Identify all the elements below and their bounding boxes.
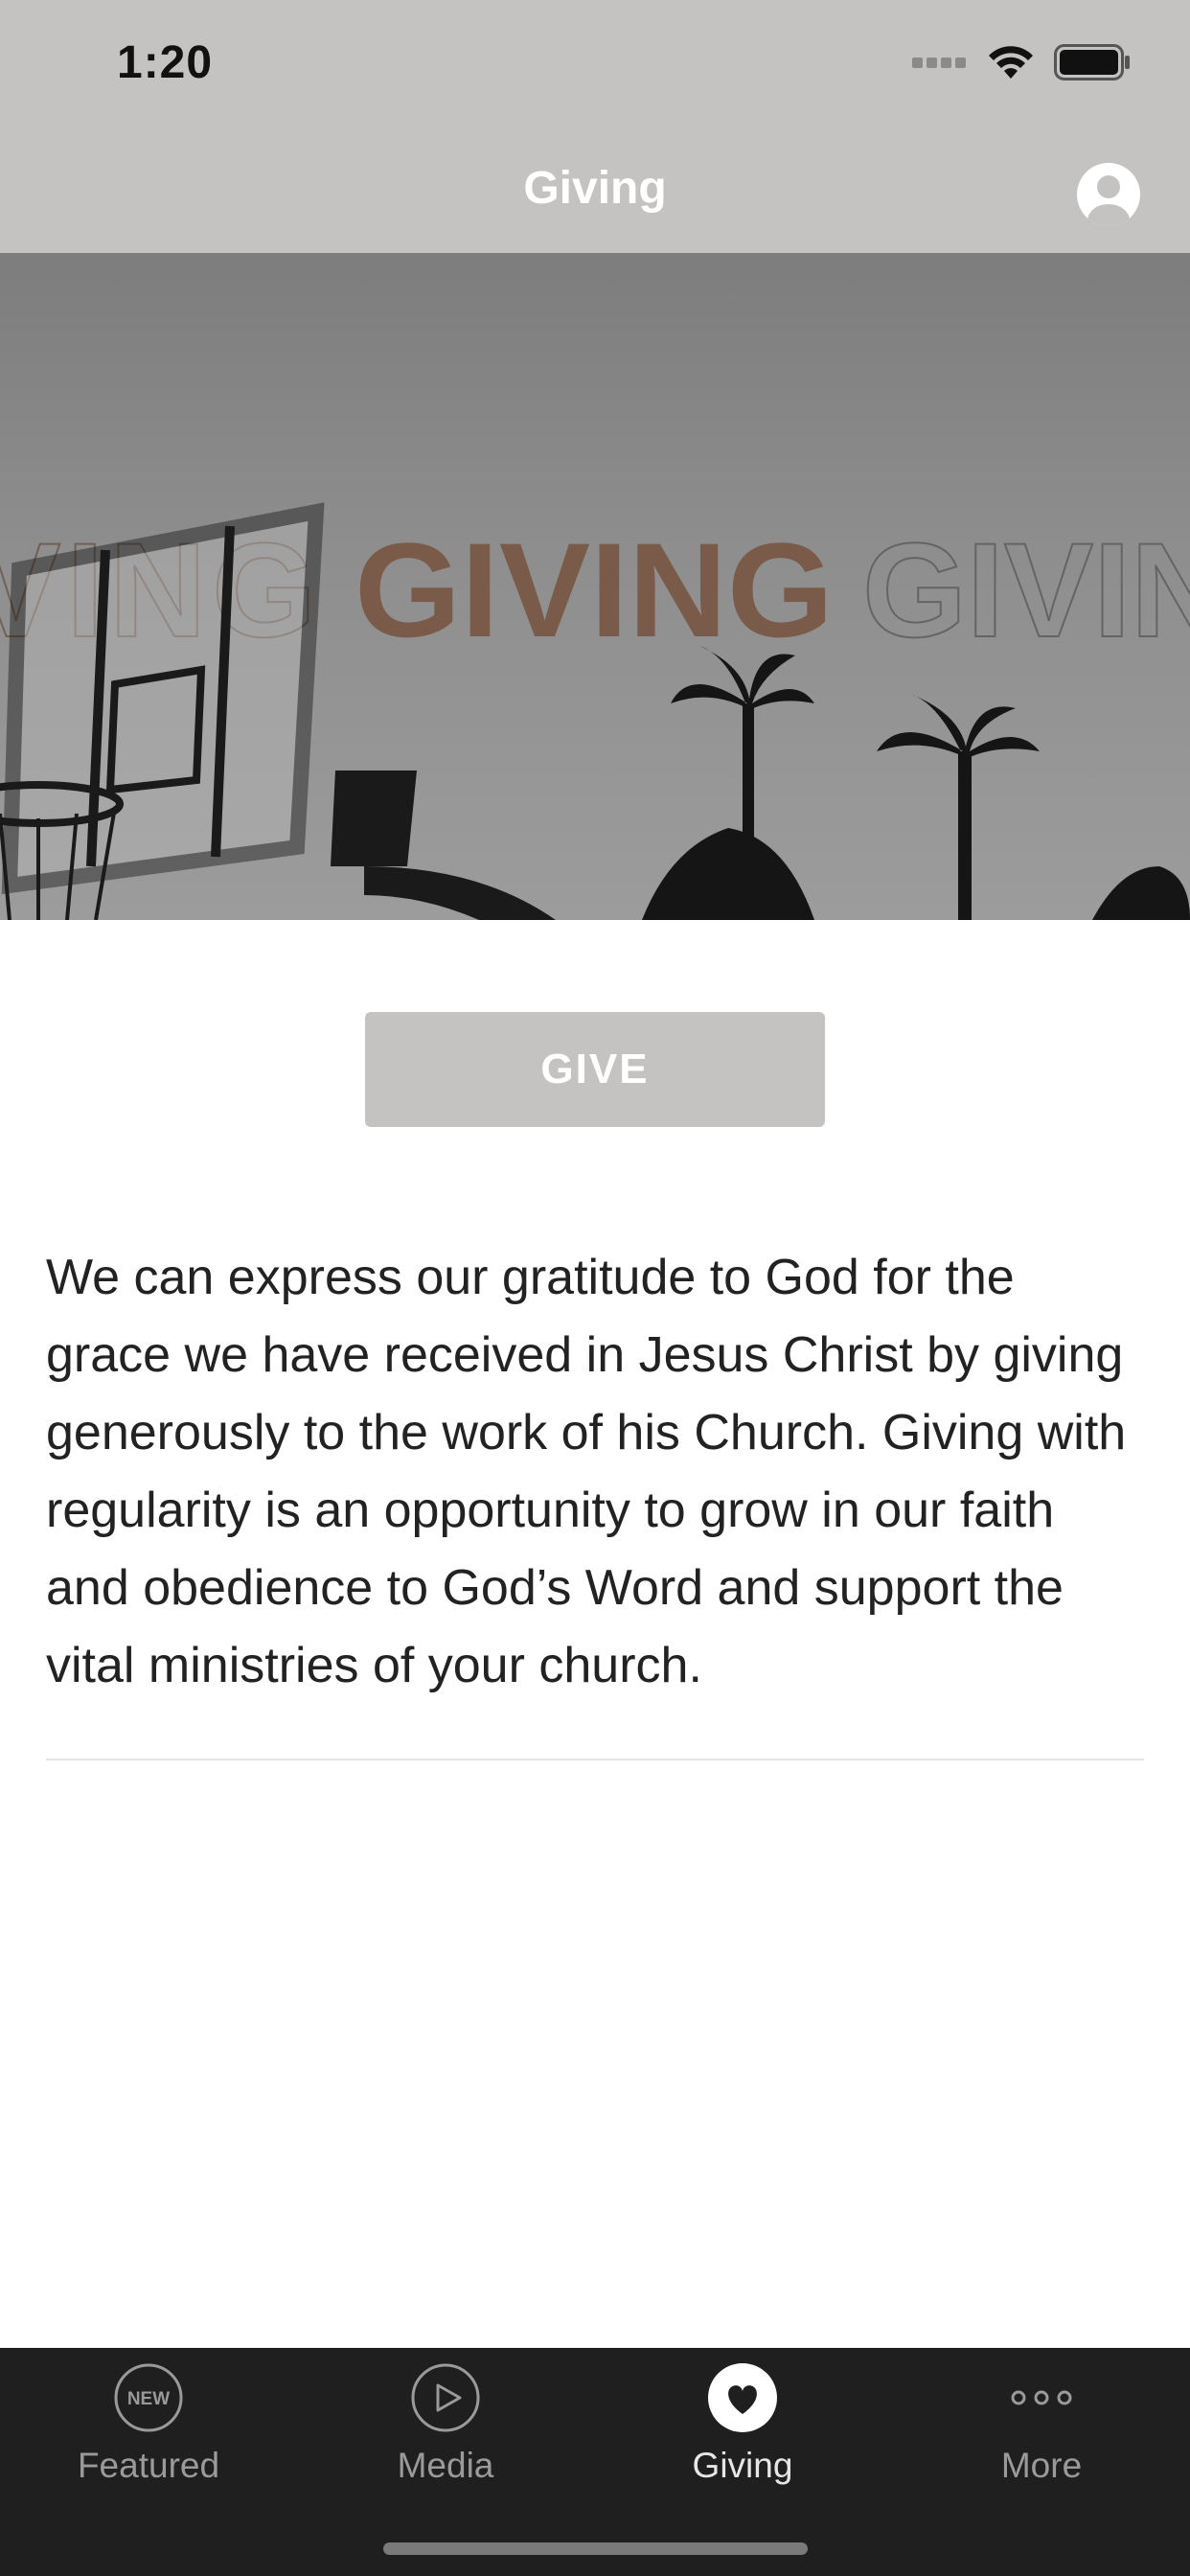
new-badge-icon: NEW [112,2361,185,2434]
hero-artwork: VING GIVIN GIVING [0,502,1190,920]
battery-icon [1054,44,1130,80]
more-dots-icon [1005,2361,1078,2434]
tab-featured[interactable]: NEW Featured [0,2348,297,2520]
wifi-icon [989,46,1033,79]
status-time: 1:20 [117,37,214,88]
giving-description: We can express our gratitude to God for … [46,1250,1127,1693]
hero-banner-text: GIVING [355,515,834,665]
tab-label: Featured [77,2446,220,2485]
play-circle-icon [409,2361,482,2434]
tab-giving[interactable]: Giving [594,2348,891,2520]
hero-outline-text-right: GIVIN [862,515,1190,665]
tab-media[interactable]: Media [297,2348,594,2520]
page-title: Giving [523,163,667,214]
status-bar: 1:20 [0,0,1190,129]
tab-label: Media [397,2446,494,2485]
heart-icon [706,2361,779,2434]
hero-image: VING GIVIN GIVING [0,253,1190,920]
tab-label: More [1000,2446,1083,2485]
tab-bar: NEW Featured Media Giving More [0,2348,1190,2576]
divider [46,1759,1144,1760]
nav-bar: Giving [0,129,1190,253]
give-button[interactable]: GIVE [365,1012,825,1127]
status-icons [912,44,1131,80]
profile-button[interactable] [1075,161,1142,228]
palm-trees [642,646,1190,920]
profile-icon [1077,163,1140,226]
featured-badge-text: NEW [127,2389,170,2409]
tab-more[interactable]: More [893,2348,1190,2520]
home-indicator [383,2542,808,2555]
tab-label: Giving [692,2446,793,2485]
signal-icon [912,58,966,68]
